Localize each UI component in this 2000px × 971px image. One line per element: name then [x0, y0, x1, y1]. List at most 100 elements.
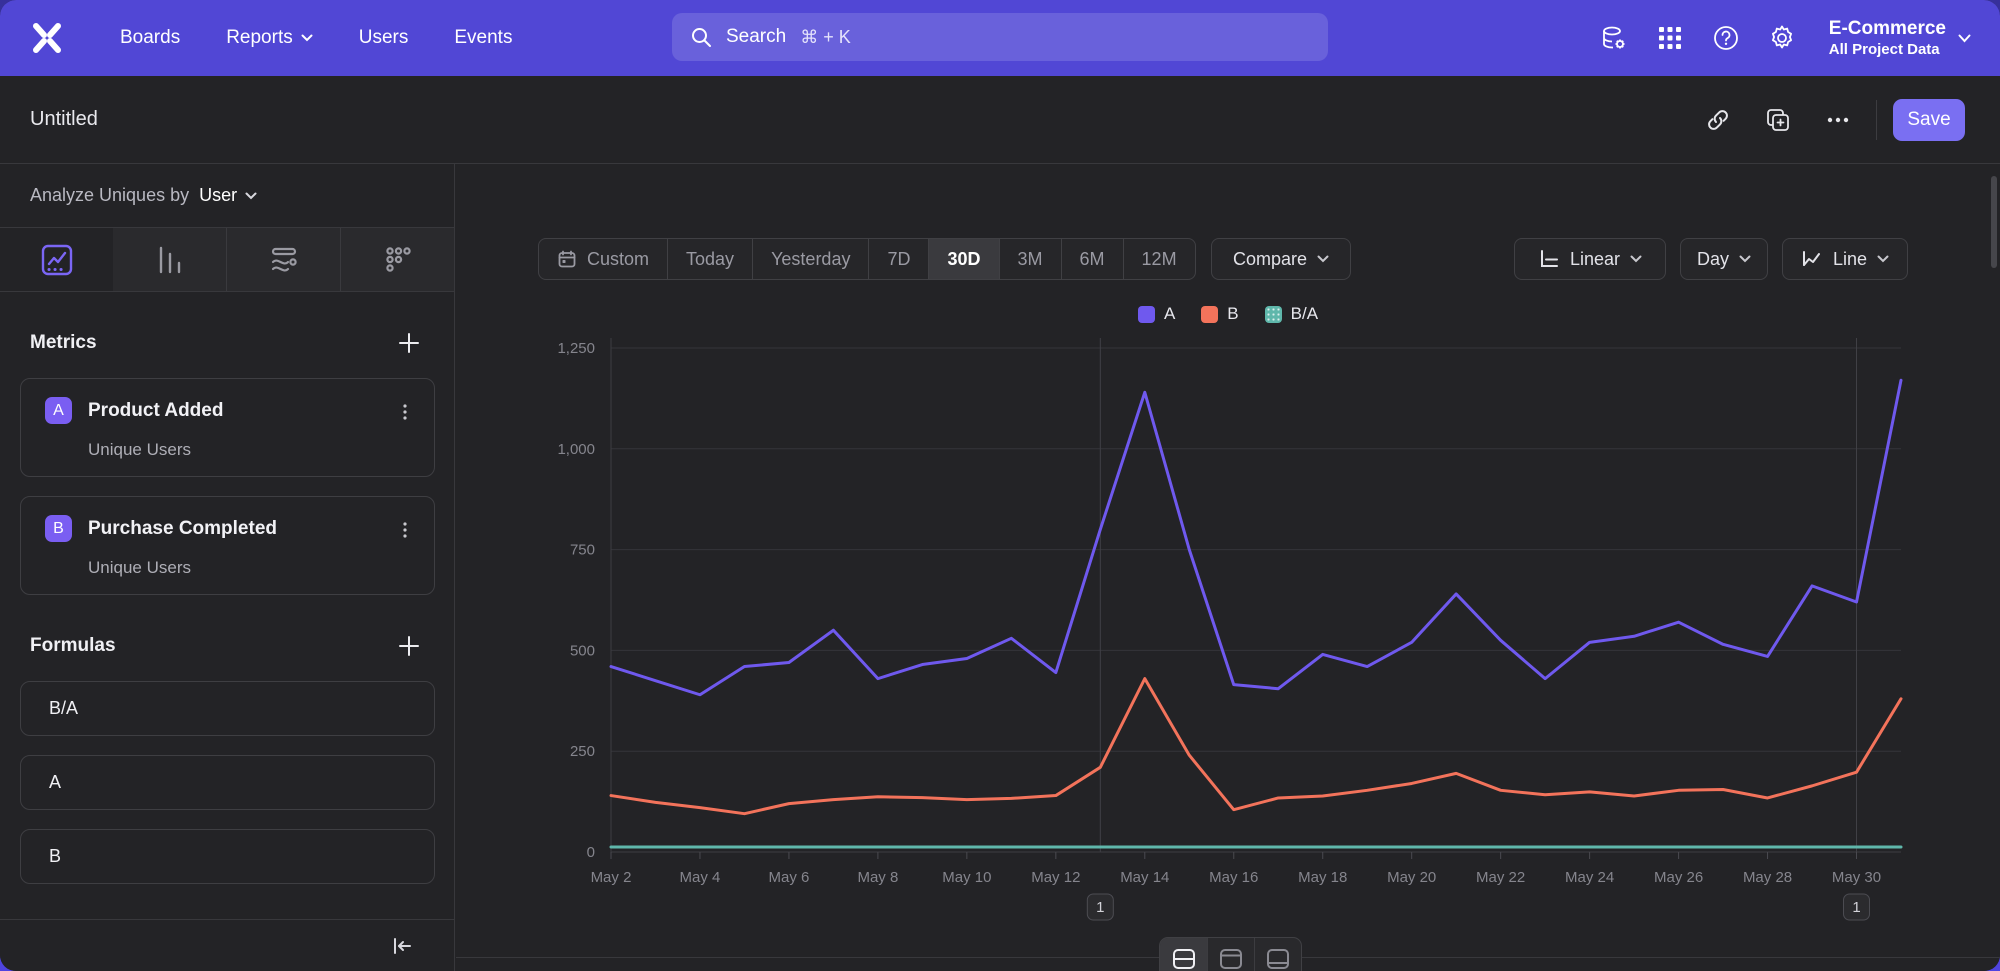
y-axis-label: 1,250 — [557, 340, 595, 357]
metric-kebab-icon[interactable] — [390, 515, 420, 545]
date-range-7d[interactable]: 7D — [868, 239, 928, 279]
tab-flows-chart[interactable] — [226, 228, 340, 291]
nav-item-events[interactable]: Events — [438, 17, 528, 59]
line-chart[interactable]: 02505007501,0001,250May 2May 4May 6May 8… — [456, 330, 2000, 930]
search-shortcut: ⌘ + K — [800, 27, 851, 48]
date-range-30d[interactable]: 30D — [928, 239, 998, 279]
flows-tab-icon — [266, 242, 302, 278]
project-switcher[interactable]: E-Commerce All Project Data — [1829, 17, 1970, 59]
metric-card-product-added[interactable]: A Product Added Unique Users — [20, 378, 435, 477]
divider — [1876, 100, 1877, 140]
nav-item-reports[interactable]: Reports — [210, 17, 329, 59]
chevron-down-icon — [1877, 255, 1889, 263]
data-management-icon[interactable] — [1591, 15, 1637, 61]
date-range-6m[interactable]: 6M — [1061, 239, 1123, 279]
date-range-custom[interactable]: Custom — [539, 239, 667, 279]
date-range-3m[interactable]: 3M — [999, 239, 1061, 279]
add-formula-button[interactable] — [392, 629, 426, 663]
x-axis-label: May 28 — [1743, 869, 1792, 886]
report-title-bar: Untitled Save — [0, 76, 2000, 164]
save-button[interactable]: Save — [1893, 99, 1965, 141]
line-chart-icon — [1801, 249, 1823, 269]
chart-type-label: Line — [1833, 249, 1867, 270]
chevron-down-icon — [1317, 255, 1329, 263]
metric-subtitle[interactable]: Unique Users — [88, 440, 416, 460]
mixpanel-logo-icon[interactable] — [30, 21, 64, 55]
metric-subtitle[interactable]: Unique Users — [88, 558, 416, 578]
legend-item-ba[interactable]: B/A — [1265, 304, 1318, 324]
project-name: E-Commerce — [1829, 17, 1946, 41]
chart-type-tabs — [0, 228, 454, 292]
apps-grid-icon[interactable] — [1647, 15, 1693, 61]
interval-dropdown[interactable]: Day — [1680, 238, 1768, 280]
formula-card-a[interactable]: A — [20, 755, 435, 810]
metrics-heading: Metrics — [30, 332, 97, 354]
query-sidebar: Analyze Uniques by User — [0, 164, 455, 971]
date-range-control: Custom Today Yesterday 7D 30D 3M 6M 12M — [538, 238, 1196, 280]
metric-badge: A — [45, 397, 72, 424]
report-title[interactable]: Untitled — [30, 108, 98, 131]
x-axis-label: May 14 — [1120, 869, 1169, 886]
legend-label: B — [1227, 304, 1238, 324]
add-metric-button[interactable] — [392, 326, 426, 360]
formula-name: B — [49, 846, 61, 867]
y-axis-label: 1,000 — [557, 441, 595, 458]
tab-bar-chart[interactable] — [113, 228, 226, 291]
x-axis-label: May 26 — [1654, 869, 1703, 886]
help-icon[interactable] — [1703, 15, 1749, 61]
series-line-b — [611, 679, 1901, 814]
metric-badge: B — [45, 515, 72, 542]
collapse-sidebar-icon[interactable] — [384, 928, 420, 964]
layout-top-view-button[interactable] — [1207, 938, 1254, 971]
interval-label: Day — [1697, 249, 1729, 270]
date-range-label: 3M — [1018, 249, 1043, 270]
x-axis-label: May 4 — [680, 869, 721, 886]
scale-dropdown[interactable]: Linear — [1514, 238, 1666, 280]
nav-item-boards[interactable]: Boards — [104, 17, 196, 59]
y-axis-label: 750 — [570, 542, 595, 559]
project-scope: All Project Data — [1829, 41, 1946, 59]
layout-split-view-button[interactable] — [1160, 938, 1207, 971]
vertical-scrollbar[interactable] — [1991, 176, 1997, 268]
legend-label: A — [1164, 304, 1175, 324]
more-options-icon[interactable] — [1816, 98, 1860, 142]
nav-item-label: Events — [454, 27, 512, 49]
search-input[interactable]: Search ⌘ + K — [672, 13, 1328, 61]
formulas-section-head: Formulas — [0, 629, 454, 663]
chart-type-dropdown[interactable]: Line — [1782, 238, 1908, 280]
bar-chart-tab-icon — [153, 243, 187, 277]
tab-line-chart[interactable] — [0, 228, 113, 291]
date-range-label: 7D — [887, 249, 910, 270]
formula-card-b[interactable]: B — [20, 829, 435, 884]
date-range-label: Yesterday — [771, 249, 850, 270]
x-axis-label: May 22 — [1476, 869, 1525, 886]
date-range-12m[interactable]: 12M — [1123, 239, 1195, 279]
metric-card-purchase-completed[interactable]: B Purchase Completed Unique Users — [20, 496, 435, 595]
legend-label: B/A — [1291, 304, 1318, 324]
chevron-down-icon — [1958, 34, 1970, 42]
layout-toggle — [1159, 937, 1302, 971]
x-axis-label: May 16 — [1209, 869, 1258, 886]
annotation-badge-label: 1 — [1096, 899, 1104, 916]
app-window: Boards Reports Users Events Search ⌘ + K — [0, 0, 2000, 971]
settings-gear-icon[interactable] — [1759, 15, 1805, 61]
layout-bottom-view-button[interactable] — [1254, 938, 1301, 971]
formula-card-ba[interactable]: B/A — [20, 681, 435, 736]
date-range-label: 30D — [947, 249, 980, 270]
date-range-today[interactable]: Today — [667, 239, 752, 279]
analyze-by-dropdown[interactable]: User — [199, 185, 257, 206]
nav-item-users[interactable]: Users — [343, 17, 425, 59]
legend-swatch-ba — [1265, 306, 1282, 323]
compare-dropdown[interactable]: Compare — [1211, 238, 1351, 280]
metrics-section-head: Metrics — [0, 326, 454, 360]
x-axis-label: May 20 — [1387, 869, 1436, 886]
scale-label: Linear — [1570, 249, 1620, 270]
legend-item-a[interactable]: A — [1138, 304, 1175, 324]
tab-metric-grid[interactable] — [340, 228, 454, 291]
nav-right-cluster: E-Commerce All Project Data — [1591, 0, 1970, 76]
legend-item-b[interactable]: B — [1201, 304, 1238, 324]
copy-link-icon[interactable] — [1696, 98, 1740, 142]
metric-kebab-icon[interactable] — [390, 397, 420, 427]
duplicate-icon[interactable] — [1756, 98, 1800, 142]
date-range-yesterday[interactable]: Yesterday — [752, 239, 868, 279]
